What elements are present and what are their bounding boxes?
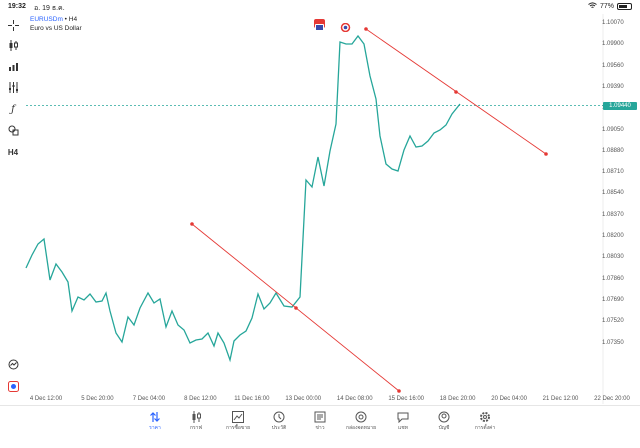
nav-item[interactable]: ข่าว [300, 410, 340, 432]
nav-item-label: ราคา [149, 425, 161, 431]
time-tick-label: 5 Dec 20:00 [81, 396, 114, 402]
arrows-icon [135, 410, 175, 424]
symbol-description: Euro vs US Dollar [30, 25, 82, 32]
nav-item-label: แชท [398, 425, 408, 431]
objects-icon[interactable] [6, 123, 20, 137]
settings-icon [465, 410, 505, 424]
nav-item-label: กล่องจดหมาย [345, 425, 377, 431]
price-tick-label: 1.08200 [602, 233, 624, 239]
time-tick-label: 18 Dec 20:00 [439, 396, 476, 402]
price-tick-label: 1.08030 [602, 254, 624, 261]
price-tick-label: 1.07860 [602, 275, 624, 282]
price-tick-label: 1.07520 [602, 318, 624, 325]
nav-item-label: บัญชี [438, 425, 450, 431]
price-tick-label: 1.09900 [602, 41, 624, 48]
history-icon [259, 410, 299, 424]
price-tick-label: 1.08370 [602, 211, 624, 218]
function-icon[interactable]: ƒ [6, 102, 20, 116]
time-tick-label: 22 Dec 20:00 [594, 396, 630, 402]
indicators-icon[interactable] [6, 59, 20, 73]
eu-flag-icon[interactable] [314, 19, 325, 31]
price-tick-label: 1.08710 [602, 169, 624, 176]
price-tick-label: 1.10070 [602, 20, 624, 26]
mail-icon [341, 410, 381, 424]
price-series-line [25, 34, 461, 363]
trendline-upper[interactable] [364, 27, 548, 156]
nav-item[interactable]: การตั้งค่า [465, 410, 505, 432]
nav-item[interactable]: ราคา [135, 410, 175, 432]
time-tick-label: 4 Dec 12:00 [29, 396, 63, 402]
symbol-timeframe: H4 [68, 16, 78, 23]
candlestick-icon[interactable] [6, 38, 20, 52]
price-tick-label: 1.08880 [602, 147, 624, 154]
nav-item[interactable]: บัญชี [424, 410, 464, 432]
nav-item[interactable]: การซื้อขาย [218, 410, 258, 432]
trendline-handle[interactable] [294, 306, 298, 310]
nav-item-label: ข่าว [315, 425, 325, 431]
nav-item-label: กราฟ [189, 425, 203, 431]
time-tick-label: 7 Dec 04:00 [132, 396, 166, 402]
nav-item[interactable]: ประวัติ [259, 410, 299, 432]
time-tick-label: 14 Dec 08:00 [336, 396, 373, 402]
crosshair-icon[interactable] [6, 18, 20, 32]
candles-icon [176, 410, 216, 424]
trendline-handle[interactable] [397, 389, 401, 393]
trendline-lower[interactable] [190, 222, 401, 393]
trendline-handle[interactable] [544, 152, 548, 156]
nav-item-label: การซื้อขาย [225, 425, 251, 431]
price-tick-label: 1.09390 [602, 83, 624, 90]
time-tick-label: 13 Dec 00:00 [285, 396, 322, 402]
price-tick-label: 1.07690 [602, 296, 624, 303]
current-price-label: 1.09440 [603, 102, 637, 110]
time-tick-label: 8 Dec 12:00 [184, 396, 217, 402]
news-icon [300, 410, 340, 424]
adjust-icon[interactable] [6, 80, 20, 94]
nav-item[interactable]: กราฟ [176, 410, 216, 432]
timeframe-button[interactable]: H4 [6, 145, 20, 159]
nav-item-label: ประวัติ [271, 425, 287, 431]
trade-icon [218, 410, 258, 424]
trade-account-icon[interactable] [6, 379, 20, 393]
chat-icon [383, 410, 423, 424]
left-toolbar: ƒ H4 [0, 14, 26, 404]
zoom-icon[interactable] [6, 357, 20, 371]
nav-item[interactable]: แชท [383, 410, 423, 432]
time-tick-label: 21 Dec 12:00 [542, 396, 579, 402]
nav-item[interactable]: กล่องจดหมาย [341, 410, 381, 432]
time-tick-label: 15 Dec 16:00 [388, 396, 425, 402]
price-tick-label: 1.09560 [602, 62, 624, 69]
trendline-handle[interactable] [454, 90, 458, 94]
account-icon [424, 410, 464, 424]
nav-item-label: การตั้งค่า [474, 425, 496, 431]
us-flag-icon[interactable] [340, 19, 351, 33]
time-tick-label: 11 Dec 16:00 [234, 396, 270, 402]
trendline-handle[interactable] [364, 27, 368, 31]
symbol-info[interactable]: EURUSDm • H4 Euro vs US Dollar [30, 15, 82, 33]
trendline-handle[interactable] [190, 222, 194, 226]
bottom-navigation: ราคา กราฟ การซื้อขาย ประวัติ ข่าว กล่องจดหมาย… [0, 405, 640, 448]
price-tick-label: 1.07350 [602, 339, 624, 346]
symbol-code: EURUSDm [30, 16, 63, 23]
time-tick-label: 20 Dec 04:00 [491, 396, 527, 402]
price-tick-label: 1.09050 [602, 126, 624, 133]
price-tick-label: 1.08540 [602, 190, 624, 197]
chart-canvas[interactable] [0, 0, 640, 405]
